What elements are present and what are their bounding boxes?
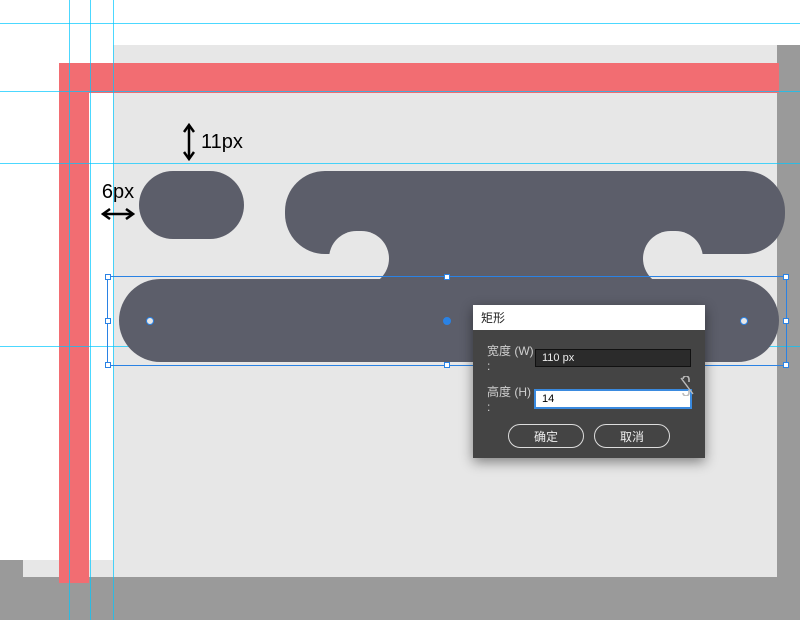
center-anchor[interactable] xyxy=(443,317,451,325)
measure-vertical: 11px xyxy=(183,123,243,161)
ruler-guide-horizontal[interactable] xyxy=(0,91,800,92)
ok-button[interactable]: 确定 xyxy=(508,424,584,448)
transform-handle[interactable] xyxy=(783,274,789,280)
rectangle-dialog[interactable]: 矩形 宽度 (W) : 高度 (H) : 确定 取消 xyxy=(473,305,705,458)
red-border-top xyxy=(59,63,779,93)
ruler-guide-vertical[interactable] xyxy=(90,0,91,620)
shape-connector[interactable] xyxy=(373,223,663,293)
shape-wide-pill[interactable] xyxy=(285,171,785,254)
width-field-row: 宽度 (W) : xyxy=(487,342,691,373)
shape-small-pill[interactable] xyxy=(139,171,244,239)
arrow-vertical-icon xyxy=(183,123,195,161)
arrow-horizontal-icon xyxy=(101,208,135,220)
constrain-proportions-icon[interactable] xyxy=(679,376,695,399)
measure-vertical-label: 11px xyxy=(201,131,243,154)
dialog-body: 宽度 (W) : 高度 (H) : 确定 取消 xyxy=(473,330,705,458)
height-label: 高度 (H) : xyxy=(487,383,535,414)
measure-horizontal-label: 6px xyxy=(102,181,134,204)
measure-horizontal: 6px xyxy=(101,181,135,220)
transform-handle[interactable] xyxy=(783,318,789,324)
live-corner-widget[interactable] xyxy=(740,317,748,325)
dialog-buttons: 确定 取消 xyxy=(487,424,691,448)
height-field-row: 高度 (H) : xyxy=(487,383,691,414)
ruler-guide-vertical[interactable] xyxy=(113,0,114,620)
transform-handle[interactable] xyxy=(783,362,789,368)
height-input[interactable] xyxy=(535,390,691,408)
width-input[interactable] xyxy=(535,349,691,367)
dialog-title[interactable]: 矩形 xyxy=(473,305,705,330)
live-corner-widget[interactable] xyxy=(146,317,154,325)
width-label: 宽度 (W) : xyxy=(487,342,535,373)
ruler-guide-horizontal[interactable] xyxy=(0,163,800,164)
design-canvas[interactable]: 11px 6px 矩形 宽度 (W) : 高度 (H) : xyxy=(23,23,777,577)
ruler-guide-vertical[interactable] xyxy=(69,0,70,620)
shape-notch xyxy=(329,231,389,286)
red-border-left xyxy=(59,63,89,583)
transform-handle[interactable] xyxy=(444,274,450,280)
cancel-button[interactable]: 取消 xyxy=(594,424,670,448)
ruler-guide-horizontal[interactable] xyxy=(0,23,800,24)
transform-handle[interactable] xyxy=(444,362,450,368)
shape-notch xyxy=(643,231,703,286)
